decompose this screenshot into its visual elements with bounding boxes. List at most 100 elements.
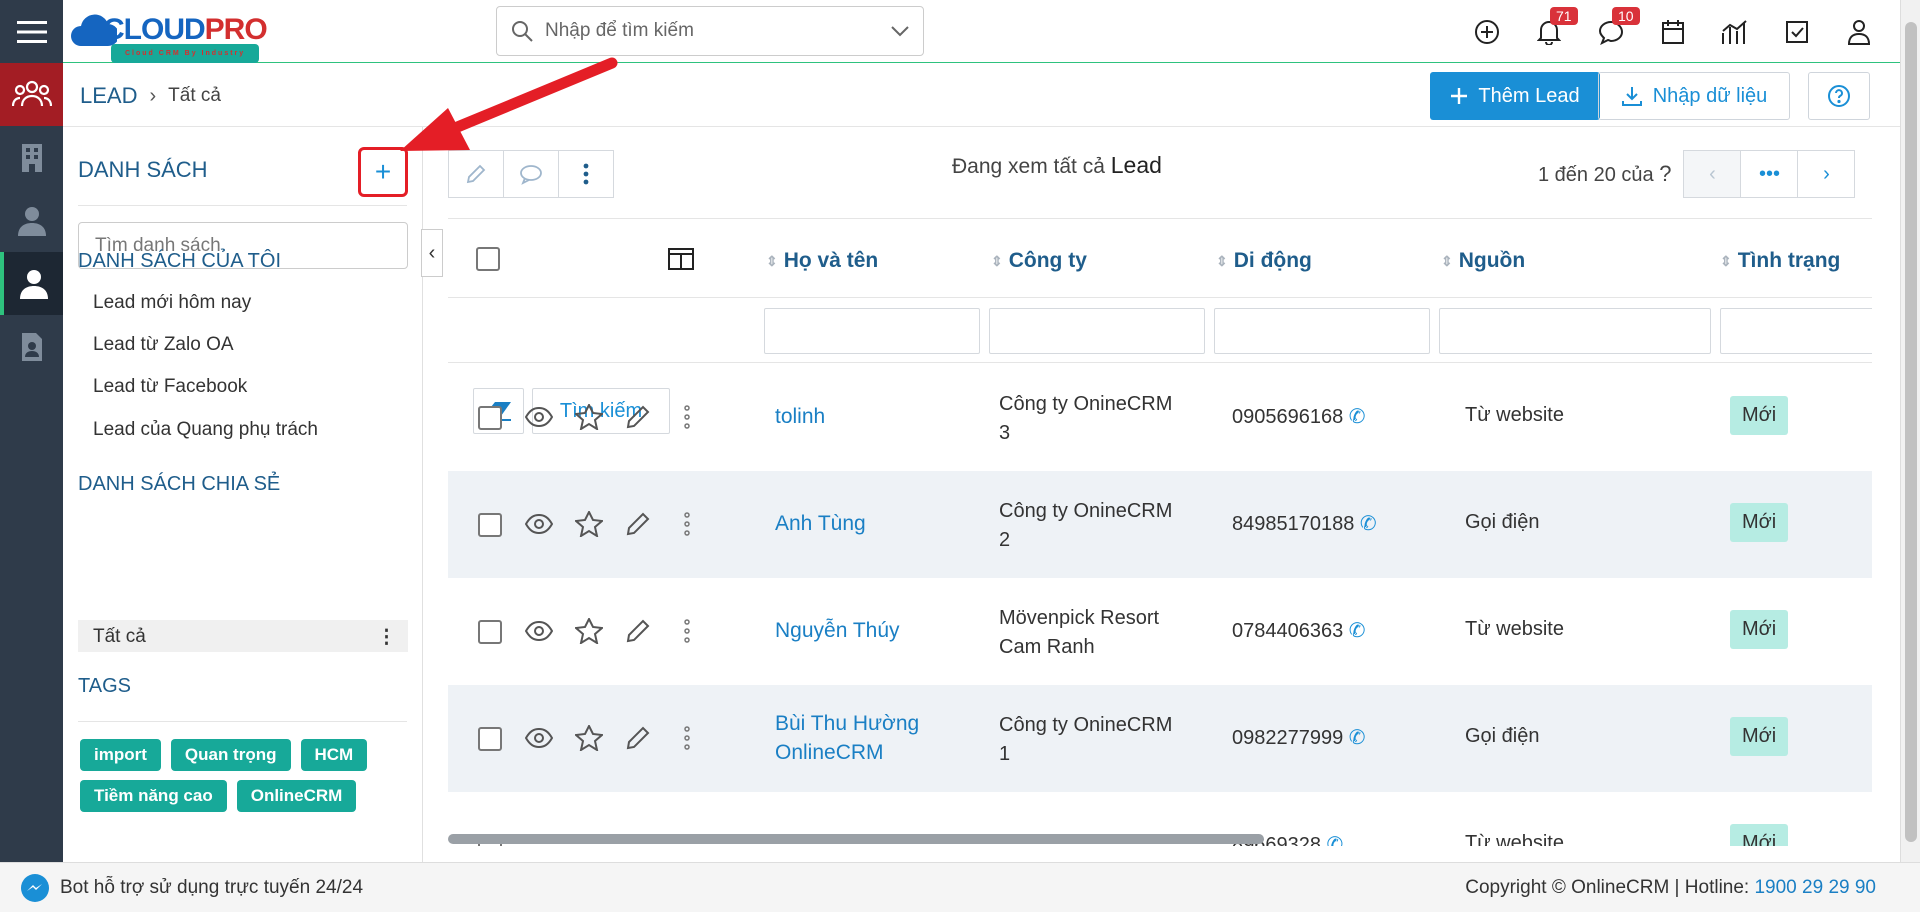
tag-chip[interactable]: Quan trọng bbox=[170, 739, 291, 771]
select-all-checkbox[interactable] bbox=[476, 247, 500, 271]
row-checkbox[interactable] bbox=[478, 620, 502, 644]
column-layout-icon[interactable] bbox=[668, 248, 694, 270]
add-circle-icon[interactable] bbox=[1456, 0, 1518, 63]
rail-item-documents[interactable] bbox=[0, 315, 63, 378]
kebab-menu-icon[interactable] bbox=[684, 618, 690, 644]
pencil-icon[interactable] bbox=[625, 725, 651, 751]
rail-item-leads[interactable] bbox=[0, 252, 63, 315]
table-row[interactable]: Nguyễn Thúy Mövenpick Resort Cam Ranh 07… bbox=[448, 578, 1872, 685]
list-item[interactable]: Lead của Quang phụ trách bbox=[93, 419, 318, 441]
pagination: 1 đến 20 của ? ‹ ••• › bbox=[1538, 150, 1856, 198]
rail-item-customers[interactable] bbox=[0, 63, 63, 126]
help-button[interactable] bbox=[1808, 72, 1870, 120]
eye-icon[interactable] bbox=[525, 725, 553, 751]
kebab-menu-icon[interactable]: ⋮ bbox=[377, 626, 396, 649]
column-header-name[interactable]: ⇕ Họ và tên bbox=[766, 249, 878, 273]
import-data-button[interactable]: Nhập dữ liệu bbox=[1598, 72, 1790, 120]
messenger-icon bbox=[21, 873, 49, 902]
nav-rail bbox=[0, 0, 63, 862]
row-checkbox[interactable] bbox=[478, 406, 502, 430]
lead-name-link[interactable]: Bùi Thu Hường OnlineCRM bbox=[775, 709, 975, 767]
rail-item-organizations[interactable] bbox=[0, 126, 63, 189]
list-item[interactable]: Lead mới hôm nay bbox=[93, 292, 251, 314]
prev-page-button[interactable]: ‹ bbox=[1683, 150, 1742, 198]
grid-horizontal-scrollbar[interactable] bbox=[448, 834, 1264, 844]
star-icon[interactable] bbox=[575, 511, 603, 537]
list-item-active[interactable]: Tất cả ⋮ bbox=[78, 620, 408, 652]
phone-icon[interactable]: ✆ bbox=[1349, 406, 1366, 428]
eye-icon[interactable] bbox=[525, 404, 553, 430]
list-item[interactable]: Lead từ Zalo OA bbox=[93, 334, 234, 356]
tag-chip[interactable]: HCM bbox=[300, 739, 368, 771]
add-list-button[interactable]: + bbox=[358, 147, 408, 197]
pager-total-unknown[interactable]: ? bbox=[1659, 161, 1671, 186]
filter-company-input[interactable] bbox=[989, 308, 1205, 354]
table-row[interactable]: tolinh Công ty OnineCRM 3 0905696168 ✆ T… bbox=[448, 364, 1872, 471]
global-search-input[interactable] bbox=[545, 20, 891, 42]
lead-name-link[interactable]: Nguyễn Thúy bbox=[775, 616, 900, 645]
report-chart-icon[interactable] bbox=[1704, 0, 1766, 63]
top-icons: 71 10 bbox=[1456, 0, 1890, 63]
pencil-icon[interactable] bbox=[625, 404, 651, 430]
phone-icon[interactable]: ✆ bbox=[1360, 513, 1377, 535]
list-item[interactable]: Lead từ Facebook bbox=[93, 376, 247, 398]
pencil-icon[interactable] bbox=[625, 618, 651, 644]
task-checkbox-icon[interactable] bbox=[1766, 0, 1828, 63]
page-scrollbar-thumb[interactable] bbox=[1905, 22, 1917, 842]
mobile-cell: 84985170188 ✆ bbox=[1232, 513, 1377, 535]
filter-status-input[interactable] bbox=[1720, 308, 1872, 354]
brand-name: CLOUDPRO bbox=[103, 13, 268, 46]
pencil-icon[interactable] bbox=[625, 511, 651, 537]
rail-item-contacts[interactable] bbox=[0, 189, 63, 252]
eye-icon[interactable] bbox=[525, 618, 553, 644]
edit-button[interactable] bbox=[448, 150, 504, 198]
tag-chip[interactable]: Tiềm năng cao bbox=[80, 780, 227, 812]
eye-icon[interactable] bbox=[525, 511, 553, 537]
hotline-link[interactable]: 1900 29 29 90 bbox=[1754, 877, 1876, 898]
star-icon[interactable] bbox=[575, 725, 603, 751]
add-lead-button[interactable]: Thêm Lead bbox=[1430, 72, 1600, 120]
next-page-button[interactable]: › bbox=[1797, 150, 1856, 198]
kebab-menu-icon[interactable] bbox=[684, 404, 690, 430]
global-search[interactable] bbox=[496, 6, 924, 56]
collapse-panel-button[interactable]: ‹ bbox=[421, 229, 443, 277]
lead-name-link[interactable]: Anh Tùng bbox=[775, 509, 866, 538]
table-row[interactable]: Bùi Thu Hường OnlineCRM Công ty OnineCRM… bbox=[448, 685, 1872, 792]
row-checkbox[interactable] bbox=[478, 727, 502, 751]
phone-icon[interactable]: ✆ bbox=[1327, 834, 1344, 846]
phone-icon[interactable]: ✆ bbox=[1349, 727, 1366, 749]
page-scrollbar[interactable] bbox=[1900, 0, 1920, 862]
phone-icon[interactable]: ✆ bbox=[1349, 620, 1366, 642]
chevron-down-icon[interactable] bbox=[891, 25, 909, 37]
column-header-source[interactable]: ⇕ Nguồn bbox=[1441, 249, 1525, 273]
tag-chip[interactable]: OnlineCRM bbox=[236, 780, 357, 812]
kebab-menu-icon[interactable] bbox=[684, 511, 690, 537]
column-header-mobile[interactable]: ⇕ Di động bbox=[1216, 249, 1312, 273]
row-checkbox[interactable] bbox=[478, 513, 502, 537]
filter-name-input[interactable] bbox=[764, 308, 980, 354]
kebab-menu-icon[interactable] bbox=[684, 725, 690, 751]
menu-icon[interactable] bbox=[0, 0, 63, 63]
notification-count-badge: 71 bbox=[1550, 7, 1578, 25]
lead-name-link[interactable]: tolinh bbox=[775, 402, 825, 431]
comment-button[interactable] bbox=[503, 150, 559, 198]
page-more-button[interactable]: ••• bbox=[1740, 150, 1799, 198]
breadcrumb-root[interactable]: LEAD bbox=[80, 83, 137, 109]
calendar-icon[interactable] bbox=[1642, 0, 1704, 63]
chat-bubble-icon[interactable]: 10 bbox=[1580, 0, 1642, 63]
user-profile-icon[interactable] bbox=[1828, 0, 1890, 63]
notifications-bell-icon[interactable]: 71 bbox=[1518, 0, 1580, 63]
column-header-company[interactable]: ⇕ Công ty bbox=[991, 249, 1087, 273]
star-icon[interactable] bbox=[575, 404, 603, 430]
list-panel: DANH SÁCH + DANH SÁCH CỦA TÔI Lead mới h… bbox=[63, 127, 423, 862]
more-actions-button[interactable] bbox=[558, 150, 614, 198]
chat-bot-link[interactable]: Bot hỗ trợ sử dụng trực tuyến 24/24 bbox=[20, 873, 363, 903]
star-icon[interactable] bbox=[575, 618, 603, 644]
table-row[interactable]: Anh Tùng Công ty OnineCRM 2 84985170188 … bbox=[448, 471, 1872, 578]
column-header-status[interactable]: ⇕ Tình trạng bbox=[1720, 249, 1840, 273]
filter-source-input[interactable] bbox=[1439, 308, 1711, 354]
tag-chip[interactable]: import bbox=[80, 739, 161, 771]
brand-logo[interactable]: CLOUDPRO Cloud CRM By Industry bbox=[71, 6, 268, 63]
source-cell: Gọi điện bbox=[1465, 725, 1540, 747]
filter-mobile-input[interactable] bbox=[1214, 308, 1430, 354]
